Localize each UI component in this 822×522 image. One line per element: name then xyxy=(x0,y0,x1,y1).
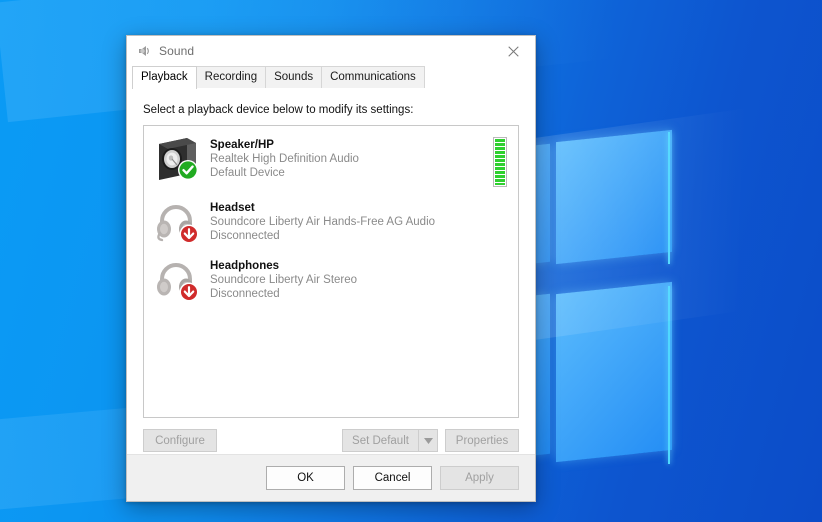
device-list[interactable]: Speaker/HP Realtek High Definition Audio… xyxy=(143,125,519,418)
chevron-down-icon[interactable] xyxy=(418,429,438,452)
wallpaper-pane-bottom-right xyxy=(556,281,672,463)
window-title: Sound xyxy=(159,44,195,58)
device-description: Soundcore Liberty Air Hands-Free AG Audi… xyxy=(210,216,436,228)
device-info: Speaker/HP Realtek High Definition Audio… xyxy=(210,134,493,180)
sound-dialog: Sound Playback Recording Sounds Communic… xyxy=(126,35,536,502)
playback-prompt: Select a playback device below to modify… xyxy=(143,104,414,116)
playback-tab-page: Select a playback device below to modify… xyxy=(127,87,535,454)
speaker-box-icon xyxy=(153,134,203,182)
speaker-icon xyxy=(136,43,152,59)
device-description: Soundcore Liberty Air Stereo xyxy=(210,274,358,286)
tab-communications[interactable]: Communications xyxy=(321,66,425,88)
close-icon[interactable] xyxy=(491,36,535,66)
list-item[interactable]: Headphones Soundcore Liberty Air Stereo … xyxy=(144,250,518,308)
set-default-button[interactable]: Set Default xyxy=(342,429,418,452)
list-item[interactable]: Speaker/HP Realtek High Definition Audio… xyxy=(144,129,518,192)
playback-action-buttons: Configure Set Default Properties xyxy=(143,429,519,452)
tab-recording[interactable]: Recording xyxy=(195,66,267,88)
tab-playback[interactable]: Playback xyxy=(132,66,197,89)
device-description: Realtek High Definition Audio xyxy=(210,153,359,165)
configure-button[interactable]: Configure xyxy=(143,429,217,452)
device-status: Default Device xyxy=(210,167,285,179)
set-default-split-button: Set Default xyxy=(342,429,438,452)
device-name: Speaker/HP xyxy=(210,139,274,151)
cancel-button[interactable]: Cancel xyxy=(353,466,432,490)
headset-icon xyxy=(153,197,203,245)
device-info: Headphones Soundcore Liberty Air Stereo … xyxy=(210,255,510,301)
apply-button[interactable]: Apply xyxy=(440,466,519,490)
dialog-footer: OK Cancel Apply xyxy=(127,454,535,501)
tab-sounds[interactable]: Sounds xyxy=(265,66,323,88)
list-item[interactable]: Headset Soundcore Liberty Air Hands-Free… xyxy=(144,192,518,250)
wallpaper-pane-edge-bottom-right xyxy=(668,286,670,464)
volume-meter xyxy=(493,137,507,187)
device-name: Headphones xyxy=(210,260,280,272)
device-info: Headset Soundcore Liberty Air Hands-Free… xyxy=(210,197,510,243)
volume-meter-fill xyxy=(495,139,505,185)
headphones-icon xyxy=(153,255,203,303)
tabstrip: Playback Recording Sounds Communications xyxy=(127,66,535,89)
wallpaper-pane-top-right xyxy=(556,129,672,265)
wallpaper-pane-edge-top-right xyxy=(668,132,670,264)
device-status: Disconnected xyxy=(210,288,280,300)
device-status: Disconnected xyxy=(210,230,280,242)
titlebar: Sound xyxy=(127,36,535,66)
device-name: Headset xyxy=(210,202,255,214)
ok-button[interactable]: OK xyxy=(266,466,345,490)
properties-button[interactable]: Properties xyxy=(445,429,519,452)
